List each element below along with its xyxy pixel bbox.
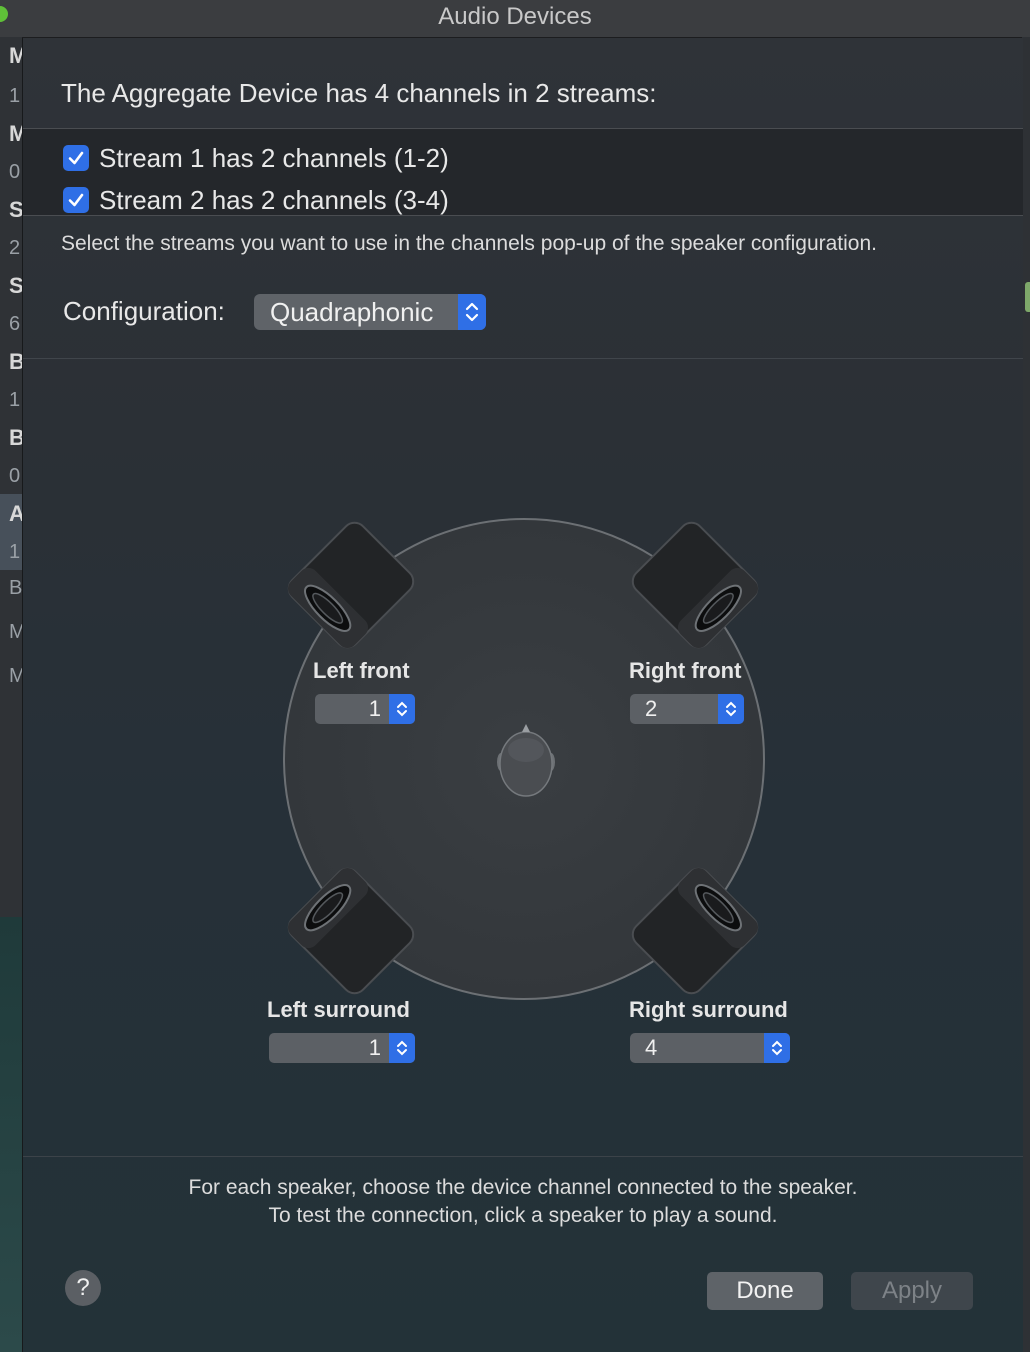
- stream-1-label: Stream 1 has 2 channels (1-2): [99, 142, 449, 173]
- speaker-configuration-sheet: The Aggregate Device has 4 channels in 2…: [22, 38, 1023, 1352]
- right-front-speaker-icon[interactable]: [630, 520, 760, 650]
- chevron-updown-icon: [718, 694, 744, 724]
- window-zoom-button[interactable]: [0, 6, 8, 22]
- background-window-edge: [1022, 37, 1030, 1352]
- stream-summary: The Aggregate Device has 4 channels in 2…: [61, 78, 657, 108]
- right-surround-speaker-icon[interactable]: [630, 866, 760, 996]
- help-button[interactable]: ?: [65, 1270, 101, 1306]
- bg-letter: 1: [9, 85, 21, 107]
- footer-line-1: For each speaker, choose the device chan…: [188, 1176, 858, 1199]
- bg-letter: 6: [9, 313, 21, 335]
- window-titlebar: Audio Devices: [0, 0, 1030, 38]
- left-surround-speaker-icon[interactable]: [286, 866, 416, 996]
- footer-line-2: To test the connection, click a speaker …: [268, 1204, 778, 1227]
- chevron-updown-icon: [764, 1033, 790, 1063]
- footer-divider: [23, 1156, 1023, 1157]
- streams-list: Stream 1 has 2 channels (1-2) Stream 2 h…: [23, 128, 1023, 216]
- configuration-label: Configuration:: [63, 296, 225, 326]
- background-device-list: M 1 M 0 S 2 S 6 B 1 B 0 A 1 B M M: [0, 37, 27, 917]
- stream-row-2[interactable]: Stream 2 has 2 channels (3-4): [63, 185, 449, 215]
- left-front-label: Left front: [313, 658, 410, 683]
- left-front-channel-value: 1: [368, 696, 381, 721]
- chevron-updown-icon: [389, 1033, 415, 1063]
- footer-instructions: For each speaker, choose the device chan…: [23, 1174, 1023, 1230]
- left-surround-channel-popup[interactable]: 1: [269, 1033, 415, 1063]
- background-indicator: [1025, 282, 1030, 312]
- right-surround-channel-popup[interactable]: 4: [630, 1033, 790, 1063]
- section-divider: [23, 358, 1023, 359]
- right-surround-channel-value: 4: [645, 1035, 658, 1060]
- checkmark-icon: [68, 151, 84, 165]
- configuration-popup[interactable]: Quadraphonic: [254, 294, 486, 330]
- bg-letter: 2: [9, 237, 21, 259]
- bg-letter: 1: [9, 541, 21, 563]
- chevron-updown-icon: [458, 294, 486, 330]
- bg-letter: 1: [9, 389, 21, 411]
- right-surround-label: Right surround: [629, 997, 788, 1022]
- chevron-updown-icon: [389, 694, 415, 724]
- apply-button[interactable]: Apply: [851, 1272, 973, 1310]
- left-front-speaker-icon[interactable]: [286, 520, 416, 650]
- left-front-channel-popup[interactable]: 1: [315, 694, 415, 724]
- right-front-channel-popup[interactable]: 2: [630, 694, 744, 724]
- stream-2-label: Stream 2 has 2 channels (3-4): [99, 184, 449, 215]
- window-title: Audio Devices: [438, 3, 592, 30]
- stream-2-checkbox[interactable]: [63, 187, 89, 213]
- bg-letter: B: [9, 577, 23, 599]
- left-surround-label: Left surround: [267, 997, 410, 1022]
- done-button[interactable]: Done: [707, 1272, 823, 1310]
- bg-letter: 0: [9, 161, 21, 183]
- bg-letter: 0: [9, 465, 21, 487]
- configuration-value: Quadraphonic: [270, 296, 434, 327]
- background-desktop: [0, 917, 22, 1352]
- left-surround-channel-value: 1: [368, 1035, 381, 1060]
- stream-1-checkbox[interactable]: [63, 145, 89, 171]
- stream-hint: Select the streams you want to use in th…: [61, 232, 877, 255]
- listener-head-icon: [497, 724, 555, 797]
- checkmark-icon: [68, 193, 84, 207]
- right-front-channel-value: 2: [645, 696, 658, 721]
- stream-row-1[interactable]: Stream 1 has 2 channels (1-2): [63, 143, 449, 173]
- right-front-label: Right front: [629, 658, 742, 683]
